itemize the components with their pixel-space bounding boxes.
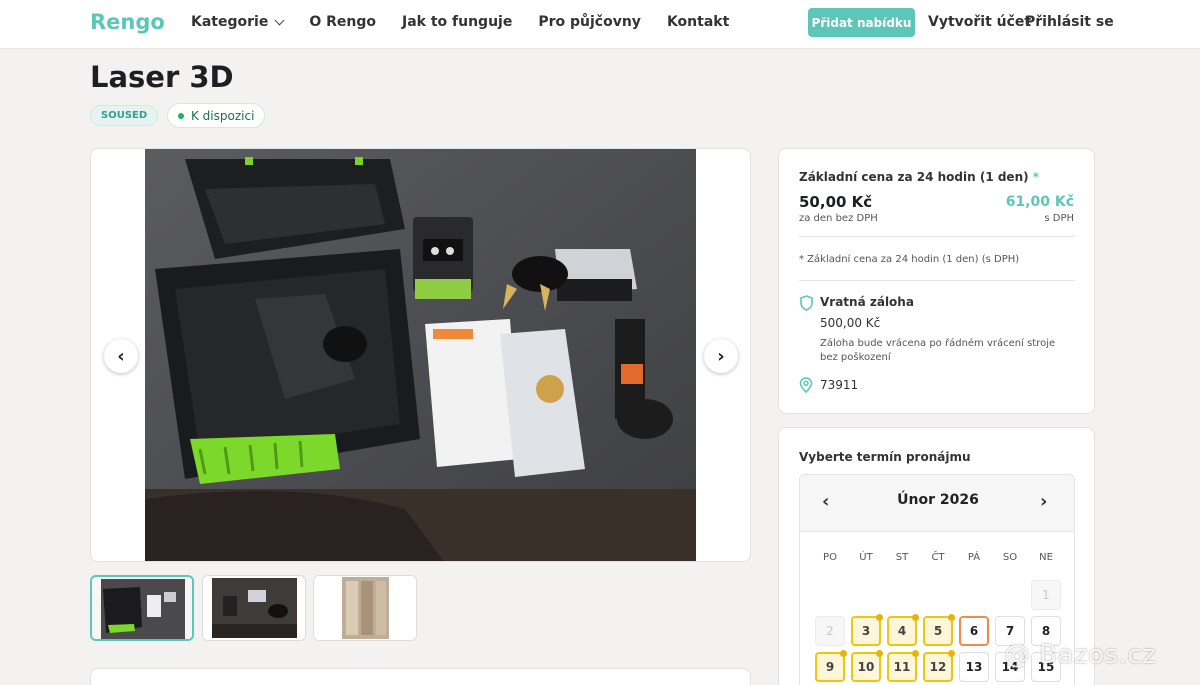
location-pin-icon (799, 377, 813, 393)
calendar-day-number: 11 (893, 660, 911, 674)
add-offer-button[interactable]: Přidat nabídku (808, 8, 915, 37)
deposit-note: Záloha bude vrácena po řádném vrácení st… (820, 338, 1056, 363)
weekday-so: SO (1002, 552, 1018, 563)
booking-marker (912, 650, 919, 657)
login-link[interactable]: Přihlásit se (1025, 14, 1114, 30)
thumbnail-2-image (203, 576, 305, 640)
calendar-day-today[interactable]: 6 (959, 616, 989, 646)
calendar-day[interactable]: 12 (923, 650, 955, 682)
availability-label: K dispozici (191, 108, 255, 123)
divider (799, 280, 1075, 281)
shield-icon (800, 295, 813, 311)
calendar-day: 1 (1031, 580, 1061, 610)
main-nav: Kategorie O Rengo Jak to funguje Pro půj… (191, 14, 755, 30)
nav-kategorie[interactable]: Kategorie (191, 14, 285, 30)
status-dot-icon (178, 112, 184, 119)
booking-marker (948, 614, 955, 621)
price-net-note: za den bez DPH (799, 213, 878, 224)
calendar-day-number: 12 (929, 660, 947, 674)
weekday-ne: NE (1039, 552, 1053, 563)
create-account-link[interactable]: Vytvořit účet (928, 14, 1031, 30)
thumbnail-1[interactable] (90, 575, 194, 641)
price-card: Základní cena za 24 hodin (1 den) * 50,0… (778, 148, 1095, 414)
chevron-left-icon: ‹ (117, 345, 125, 367)
chevron-right-icon: › (1040, 491, 1048, 512)
base-price-label: Základní cena za 24 hodin (1 den) * (799, 170, 1039, 184)
chevron-right-icon: › (717, 345, 725, 367)
product-photo-image (145, 149, 696, 561)
calendar-day[interactable]: 5 (923, 614, 955, 646)
booking-marker (912, 614, 919, 621)
price-footnote: * Základní cena za 24 hodin (1 den) (s D… (799, 254, 1020, 265)
top-navbar: Rengo Kategorie O Rengo Jak to funguje P… (0, 0, 1200, 49)
thumbnail-3[interactable] (313, 575, 417, 641)
page-title: Laser 3D (90, 60, 234, 94)
booking-marker (876, 650, 883, 657)
calendar-day-number: 10 (857, 660, 875, 674)
nav-kategorie-label: Kategorie (191, 14, 269, 30)
nav-o-rengo[interactable]: O Rengo (309, 14, 376, 30)
product-photo[interactable] (145, 149, 696, 561)
zip-code: 73911 (820, 378, 859, 392)
weekday-ct: ČT (931, 552, 945, 563)
booking-marker (840, 650, 847, 657)
deposit-title: Vratná záloha (820, 295, 914, 309)
condition-badge: SOUSED (90, 105, 159, 126)
chevron-down-icon (274, 15, 285, 25)
deposit-value: 500,00 Kč (820, 316, 881, 330)
image-gallery: ‹ › (90, 148, 751, 562)
required-mark: * (1032, 170, 1040, 184)
base-price-label-text: Základní cena za 24 hodin (1 den) (799, 170, 1029, 184)
calendar-day: 2 (815, 616, 845, 646)
weekday-po: PO (823, 552, 837, 563)
calendar-header: ‹ Únor 2026 › (800, 475, 1074, 532)
description-card (90, 668, 751, 685)
price-net: 50,00 Kč (799, 193, 873, 211)
calendar-day[interactable]: 13 (959, 652, 989, 682)
nav-kontakt[interactable]: Kontakt (667, 14, 729, 30)
bazos-watermark: @ Bazos.cz (1004, 640, 1157, 670)
gallery-next-button[interactable]: › (704, 339, 738, 373)
booking-marker (876, 614, 883, 621)
booking-marker (948, 650, 955, 657)
calendar-day-number: 9 (825, 660, 835, 674)
calendar-day[interactable]: 10 (851, 650, 883, 682)
calendar-month: Únor 2026 (897, 492, 979, 508)
thumbnail-1-image (92, 577, 192, 639)
calendar-day-number: 3 (861, 624, 871, 638)
gallery-prev-button[interactable]: ‹ (104, 339, 138, 373)
thumbnail-2[interactable] (202, 575, 306, 641)
nav-jak-to-funguje[interactable]: Jak to funguje (402, 14, 512, 30)
weekday-ut: ÚT (859, 552, 873, 563)
weekday-st: ST (895, 552, 909, 563)
rengo-logo[interactable]: Rengo (90, 10, 165, 34)
price-gross: 61,00 Kč (1005, 194, 1074, 210)
calendar-day[interactable]: 11 (887, 650, 919, 682)
calendar-day[interactable]: 4 (887, 614, 919, 646)
weekday-pa: PÁ (967, 552, 981, 563)
calendar-next-button[interactable]: › (1040, 491, 1047, 512)
divider (799, 236, 1075, 237)
availability-badge: K dispozici (167, 103, 266, 128)
price-gross-note: s DPH (1044, 213, 1074, 224)
thumbnail-3-image (314, 576, 416, 640)
calendar-day[interactable]: 3 (851, 614, 883, 646)
calendar-day-number: 4 (897, 624, 907, 638)
calendar-day[interactable]: 9 (815, 650, 847, 682)
calendar-label: Vyberte termín pronájmu (799, 450, 971, 464)
calendar-day-number: 5 (933, 624, 943, 638)
nav-pro-pujcovny[interactable]: Pro půjčovny (538, 14, 641, 30)
